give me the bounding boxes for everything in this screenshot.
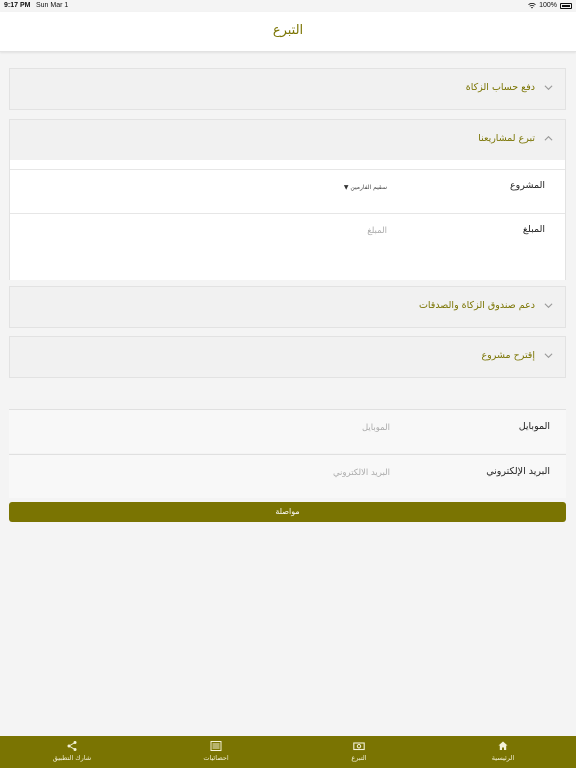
section-label: إقترح مشروع [481,350,535,361]
status-date: Sun Mar 1 [36,2,69,9]
top-header: التبرع [0,12,576,52]
tab-home[interactable]: الرئيسية [448,736,558,768]
email-label: البريد الإلكتروني [486,466,550,477]
amount-row: المبلغ المبلغ [10,213,565,257]
caret-down-icon: ▼ [343,184,349,191]
chevron-down-icon [543,301,553,311]
bottom-tab-bar: الرئيسية التبرع احصائيات شارك التطبيق [0,736,576,768]
section-header[interactable]: إقترح مشروع [10,337,565,377]
tab-share[interactable]: شارك التطبيق [17,736,127,768]
project-select[interactable]: سقيم الفارمين ▼ [342,184,387,191]
stats-icon [210,741,222,751]
status-time: 9:17 PM [4,2,31,9]
project-row: المشروع سقيم الفارمين ▼ [10,169,565,213]
tab-label: احصائيات [203,754,229,762]
chevron-up-icon [543,134,553,144]
home-icon [498,741,508,750]
tab-donate[interactable]: التبرع [304,736,414,768]
section-label: دفع حساب الزكاة [465,82,535,93]
mobile-row: الموبايل الموبايل [9,409,566,453]
continue-button[interactable]: مواصلة [9,502,566,522]
battery-percent: 100% [539,2,557,9]
amount-label: المبلغ [522,224,545,235]
page-title: التبرع [272,23,304,38]
chevron-down-icon [543,83,553,93]
email-input[interactable]: البريد الالكتروني [333,468,390,478]
money-icon [353,742,365,751]
section-header[interactable]: دفع حساب الزكاة [10,69,565,109]
section-zakat-fund[interactable]: دعم صندوق الزكاة والصدقات [9,286,566,328]
battery-icon [560,2,572,9]
email-row: البريد الإلكتروني البريد الالكتروني [9,454,566,498]
project-select-value: سقيم الفارمين [350,184,387,191]
tab-label: التبرع [351,754,367,762]
tab-label: شارك التطبيق [52,754,92,762]
section-donate-projects: تبرع لمشاريعنا المشروع سقيم الفارمين ▼ ا… [9,119,566,280]
section-header[interactable]: دعم صندوق الزكاة والصدقات [10,287,565,327]
status-bar: 9:17 PM Sun Mar 1 100% [0,0,576,12]
mobile-label: الموبايل [518,421,550,432]
section-suggest-project[interactable]: إقترح مشروع [9,336,566,378]
tab-stats[interactable]: احصائيات [161,736,271,768]
wifi-icon [528,2,536,8]
tab-label: الرئيسية [491,754,515,762]
amount-input[interactable]: المبلغ [367,226,387,236]
section-body: المشروع سقيم الفارمين ▼ المبلغ المبلغ [10,160,565,280]
section-label: دعم صندوق الزكاة والصدقات [418,300,535,311]
section-zakat-calc[interactable]: دفع حساب الزكاة [9,68,566,110]
section-label: تبرع لمشاريعنا [478,133,535,144]
section-header[interactable]: تبرع لمشاريعنا [10,120,565,160]
main-content: دفع حساب الزكاة تبرع لمشاريعنا المشروع س… [0,52,576,736]
project-label: المشروع [510,180,545,191]
chevron-down-icon [543,351,553,361]
mobile-input[interactable]: الموبايل [362,423,390,433]
share-icon [67,741,77,751]
status-right: 100% [528,2,572,9]
